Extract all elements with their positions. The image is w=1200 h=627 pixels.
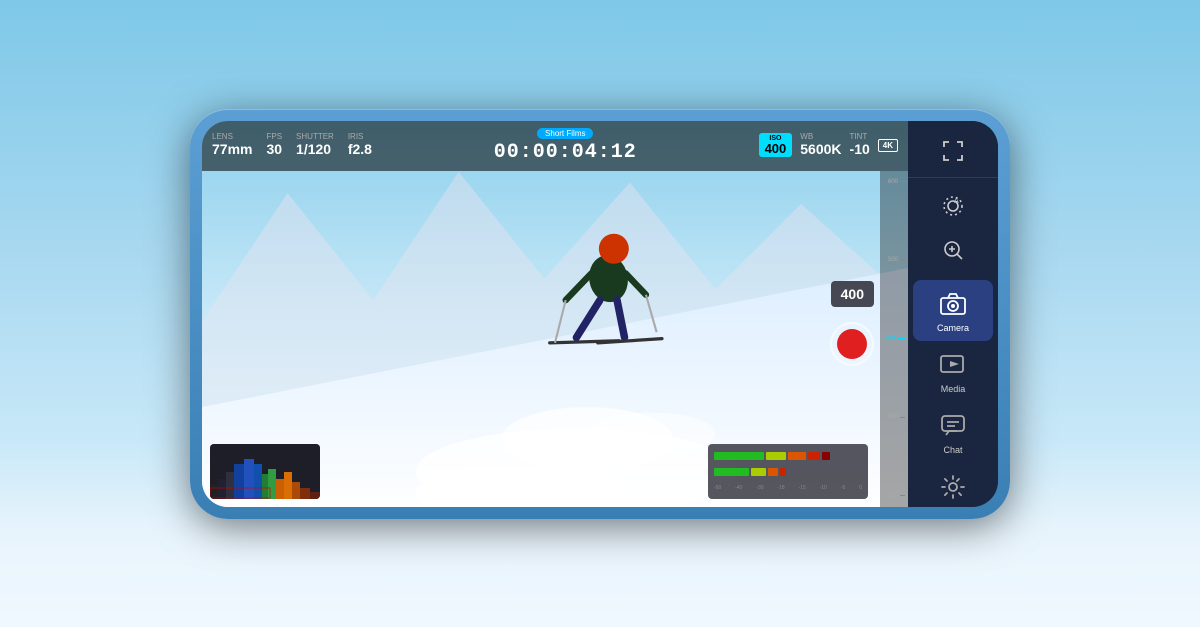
shutter-value: 1/120 xyxy=(296,141,331,158)
settings-svg xyxy=(940,474,966,500)
ruler-tick-300: 300 xyxy=(883,414,905,420)
audio-bar-2-green xyxy=(714,468,749,476)
iris-value: f2.8 xyxy=(348,141,372,158)
sidebar-item-media[interactable]: Media xyxy=(913,341,993,402)
audio-track-1 xyxy=(714,451,862,461)
audio-bar-2-red xyxy=(780,468,786,476)
hud-iris: IRIS f2.8 xyxy=(348,133,372,158)
phone: LENS 77mm FPS 30 SHUTTER 1/120 IRIS f2.8 xyxy=(190,109,1010,519)
hud-center: Short Films 00:00:04:12 xyxy=(386,128,745,164)
hud-right: ISO 400 WB 5600K TINT -10 4K xyxy=(759,133,898,158)
audio-bar-1-orange xyxy=(788,452,806,460)
fps-label: FPS xyxy=(266,133,282,141)
sidebar: A xyxy=(908,121,998,507)
histogram-panel xyxy=(210,444,320,499)
hud-top-bar: LENS 77mm FPS 30 SHUTTER 1/120 IRIS f2.8 xyxy=(202,121,908,171)
hud-fps: FPS 30 xyxy=(266,133,282,158)
record-indicator xyxy=(837,329,867,359)
tint-label: TINT xyxy=(850,133,868,141)
audio-bar-1-dark xyxy=(822,452,830,460)
audio-bar-2-orange xyxy=(768,468,778,476)
wb-value: 5600K xyxy=(800,141,841,158)
timecode-display: 00:00:04:12 xyxy=(494,141,637,164)
settings-icon xyxy=(937,471,969,503)
camera-icon xyxy=(937,288,969,320)
shutter-label: SHUTTER xyxy=(296,133,334,141)
ruler-tick-200: 200 xyxy=(883,493,905,499)
audio-track-2 xyxy=(714,467,862,477)
ruler-tick-600: 600 xyxy=(883,179,905,185)
hud-lens: LENS 77mm xyxy=(212,133,252,158)
audio-meters-panel: -50-40-30-18-15-10-50 xyxy=(708,444,868,499)
hud-wb: WB 5600K xyxy=(800,133,841,158)
auto-exposure-icon: A xyxy=(937,190,969,222)
iso-badge-value: 400 xyxy=(765,142,787,155)
scene: LENS 77mm FPS 30 SHUTTER 1/120 IRIS f2.8 xyxy=(0,0,1200,627)
audio-bar-1-yellow xyxy=(766,452,786,460)
media-svg xyxy=(940,354,966,376)
project-badge[interactable]: Short Films xyxy=(537,128,593,139)
tint-value: -10 xyxy=(850,141,870,158)
iris-label: IRIS xyxy=(348,133,364,141)
ae-svg: A xyxy=(941,194,965,218)
audio-bar-2-yellow xyxy=(751,468,766,476)
ruler-tick-500: 500 xyxy=(883,257,905,263)
histogram-chart xyxy=(210,444,320,499)
record-button-area xyxy=(830,322,874,366)
4k-badge: 4K xyxy=(878,139,898,152)
chat-label: Chat xyxy=(943,445,962,455)
zoom-button[interactable] xyxy=(913,228,993,272)
camera-svg xyxy=(940,293,966,315)
sidebar-top xyxy=(908,129,998,178)
hud-shutter: SHUTTER 1/120 xyxy=(296,133,334,158)
media-label: Media xyxy=(941,384,966,394)
svg-text:A: A xyxy=(954,198,959,205)
audio-bar-1-green xyxy=(714,452,764,460)
viewfinder: LENS 77mm FPS 30 SHUTTER 1/120 IRIS f2.8 xyxy=(202,121,908,507)
auto-exposure-button[interactable]: A xyxy=(913,184,993,228)
camera-label: Camera xyxy=(937,323,969,333)
corners-svg xyxy=(942,140,964,162)
screen-corners-icon[interactable] xyxy=(937,135,969,167)
lens-label: LENS xyxy=(212,133,233,141)
media-icon xyxy=(937,349,969,381)
sidebar-item-camera[interactable]: Camera xyxy=(913,280,993,341)
iso-badge[interactable]: ISO 400 xyxy=(759,133,793,157)
sidebar-item-chat[interactable]: Chat xyxy=(913,402,993,463)
audio-bar-1-red xyxy=(808,452,820,460)
chat-icon xyxy=(937,410,969,442)
lens-value: 77mm xyxy=(212,141,252,158)
fps-value: 30 xyxy=(266,141,282,158)
hud-tint: TINT -10 xyxy=(850,133,870,158)
iso-ruler: 600 500 400 300 xyxy=(880,171,908,507)
wb-label: WB xyxy=(800,133,813,141)
iso-value-indicator: 400 xyxy=(831,281,874,307)
settings-label: Settings xyxy=(937,506,970,507)
zoom-svg xyxy=(941,238,965,262)
sidebar-item-settings[interactable]: Settings xyxy=(913,463,993,507)
phone-screen: LENS 77mm FPS 30 SHUTTER 1/120 IRIS f2.8 xyxy=(202,121,998,507)
zoom-icon xyxy=(937,234,969,266)
ruler-tick-400: 400 xyxy=(883,336,905,342)
chat-svg xyxy=(940,414,966,438)
audio-scale-labels: -50-40-30-18-15-10-50 xyxy=(714,485,862,491)
record-button[interactable] xyxy=(830,322,874,366)
